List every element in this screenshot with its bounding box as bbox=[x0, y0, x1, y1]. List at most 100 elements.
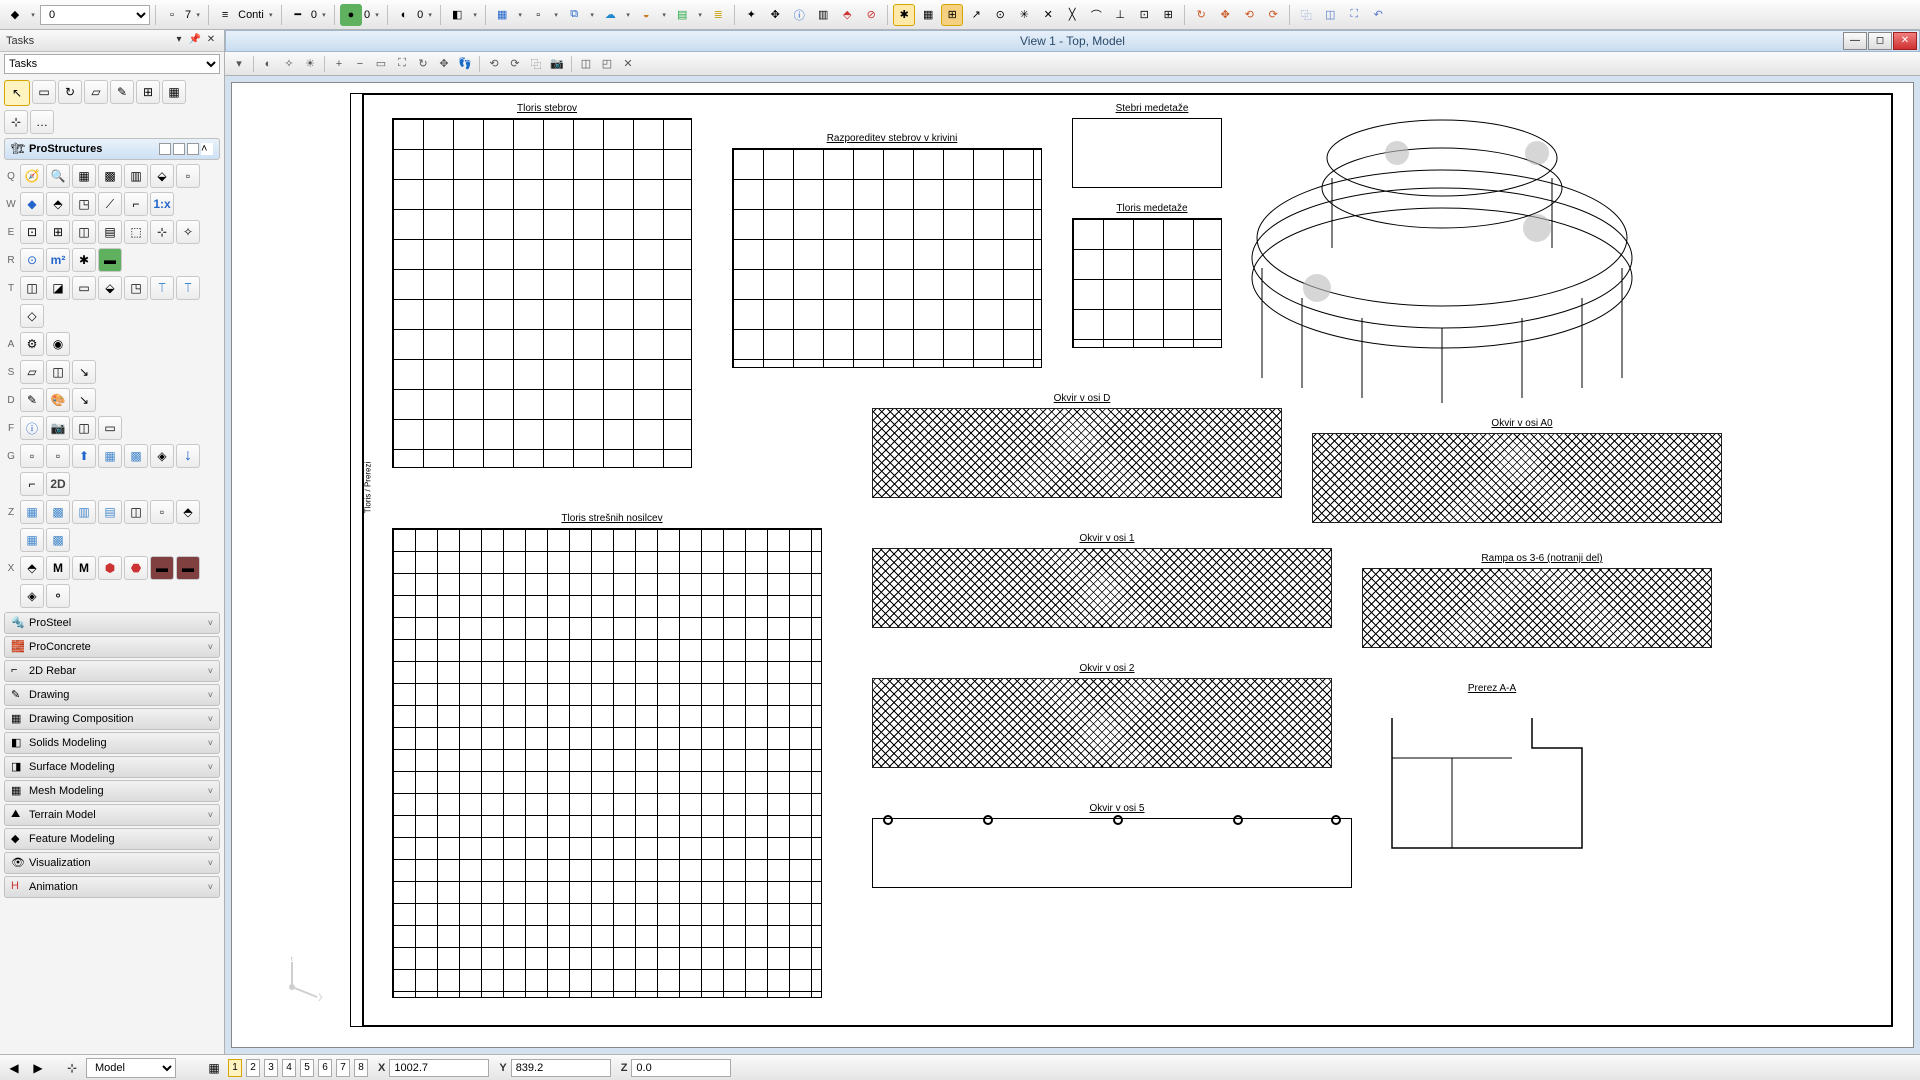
more-sel-tool[interactable]: … bbox=[30, 110, 54, 134]
tool-x6[interactable]: ▬ bbox=[150, 556, 174, 580]
element-selection-tool[interactable]: ↖ bbox=[4, 80, 30, 106]
clip-vol-icon[interactable]: ◫ bbox=[576, 54, 596, 74]
tool-q3[interactable]: ▦ bbox=[72, 164, 96, 188]
fence-tool[interactable]: ▭ bbox=[32, 80, 56, 104]
tool-z3[interactable]: ▥ bbox=[72, 500, 96, 524]
rotate-view-icon[interactable]: ↻ bbox=[1190, 4, 1212, 26]
tool-f3[interactable]: ◫ bbox=[72, 416, 96, 440]
tool-z5[interactable]: ◫ bbox=[124, 500, 148, 524]
linestyle-button[interactable]: ≡ bbox=[214, 4, 236, 26]
view-prev-icon2[interactable]: ⟲ bbox=[484, 54, 504, 74]
picker-icon[interactable]: ✥ bbox=[764, 4, 786, 26]
tb-drop-3[interactable]: ▾ bbox=[587, 4, 597, 26]
chevron-up-icon[interactable]: ˄ bbox=[201, 143, 213, 155]
stop-icon[interactable]: ⊘ bbox=[860, 4, 882, 26]
close-button[interactable]: ✕ bbox=[1893, 32, 1917, 50]
layout-icon-3[interactable] bbox=[187, 143, 199, 155]
tool-g1[interactable]: ▫ bbox=[20, 444, 44, 468]
clear-clip-icon[interactable]: ✕ bbox=[618, 54, 638, 74]
nav-back-button[interactable]: ◀ bbox=[4, 1058, 24, 1078]
axis-tool[interactable]: ⊹ bbox=[4, 110, 28, 134]
view-num-5[interactable]: 5 bbox=[300, 1059, 314, 1077]
x-coord-input[interactable] bbox=[389, 1059, 489, 1077]
snap-mode-button[interactable]: ▦ bbox=[917, 4, 939, 26]
tb-drop-5[interactable]: ▾ bbox=[659, 4, 669, 26]
tool-xe2[interactable]: ⚬ bbox=[46, 584, 70, 608]
tb-drop-4[interactable]: ▾ bbox=[623, 4, 633, 26]
tool-e5[interactable]: ⬚ bbox=[124, 220, 148, 244]
tool-x5[interactable]: ⬣ bbox=[124, 556, 148, 580]
view-next-icon[interactable]: ⟳ bbox=[1262, 4, 1284, 26]
tool-x2-m[interactable]: M bbox=[46, 556, 70, 580]
color1-button[interactable]: ● bbox=[340, 4, 362, 26]
rotate-icon[interactable]: ↻ bbox=[413, 54, 433, 74]
section-visualization[interactable]: 👁Visualization˅ bbox=[4, 852, 220, 874]
tool-z6[interactable]: ▫ bbox=[150, 500, 174, 524]
view-prev-icon[interactable]: ⟲ bbox=[1238, 4, 1260, 26]
tool-d3[interactable]: ↘ bbox=[72, 388, 96, 412]
lineweight-button[interactable]: ━ bbox=[287, 4, 309, 26]
snap-line-icon[interactable]: ↗ bbox=[965, 4, 987, 26]
tool-z2[interactable]: ▩ bbox=[46, 500, 70, 524]
pan-view-icon[interactable]: ✥ bbox=[1214, 4, 1236, 26]
panel-close-icon[interactable]: ✕ bbox=[204, 34, 218, 48]
zoom-in-icon[interactable]: + bbox=[329, 54, 349, 74]
tool-t2[interactable]: ◪ bbox=[46, 276, 70, 300]
snap-center-icon[interactable]: ⊙ bbox=[989, 4, 1011, 26]
tool-w5[interactable]: ⌐ bbox=[124, 192, 148, 216]
tool-q7[interactable]: ▫ bbox=[176, 164, 200, 188]
clip-view-icon[interactable]: ◫ bbox=[1319, 4, 1341, 26]
tool-x4[interactable]: ⬢ bbox=[98, 556, 122, 580]
zoom-out-icon[interactable]: − bbox=[350, 54, 370, 74]
panel-pin-icon[interactable]: 📌 bbox=[188, 34, 202, 48]
view-attrs-icon[interactable]: ▾ bbox=[229, 54, 249, 74]
snap-indicator-icon[interactable]: ⊹ bbox=[62, 1058, 82, 1078]
tb-drop-2[interactable]: ▾ bbox=[551, 4, 561, 26]
tool-r4[interactable]: ▬ bbox=[98, 248, 122, 272]
tool-z1[interactable]: ▦ bbox=[20, 500, 44, 524]
tool-f2[interactable]: 📷 bbox=[46, 416, 70, 440]
tb-drop-1[interactable]: ▾ bbox=[515, 4, 525, 26]
models-dropdown[interactable]: ▾ bbox=[193, 4, 203, 26]
tool-q1[interactable]: 🧭 bbox=[20, 164, 44, 188]
tool-x7[interactable]: ▬ bbox=[176, 556, 200, 580]
model-combo[interactable]: Model bbox=[86, 1058, 176, 1078]
tool-t5[interactable]: ◳ bbox=[124, 276, 148, 300]
view-num-3[interactable]: 3 bbox=[264, 1059, 278, 1077]
tool-x3-m[interactable]: M bbox=[72, 556, 96, 580]
section-feature[interactable]: ◆Feature Modeling˅ bbox=[4, 828, 220, 850]
section-solids[interactable]: ◧Solids Modeling˅ bbox=[4, 732, 220, 754]
tool-g6[interactable]: ◈ bbox=[150, 444, 174, 468]
tool-q4[interactable]: ▩ bbox=[98, 164, 122, 188]
snap-intersect-icon[interactable]: ╳ bbox=[1061, 4, 1083, 26]
tool-t7-screw[interactable]: ⟙ bbox=[176, 276, 200, 300]
active-level-combo[interactable]: 0 bbox=[40, 5, 150, 25]
new-button[interactable]: ▫ bbox=[527, 4, 549, 26]
view-num-6[interactable]: 6 bbox=[318, 1059, 332, 1077]
raster-button[interactable]: ☁ bbox=[599, 4, 621, 26]
tool-w1[interactable]: ◆ bbox=[20, 192, 44, 216]
view-num-4[interactable]: 4 bbox=[282, 1059, 296, 1077]
tool-q2[interactable]: 🔍 bbox=[46, 164, 70, 188]
view-rotate-tool[interactable]: ↻ bbox=[58, 80, 82, 104]
tool-e3[interactable]: ◫ bbox=[72, 220, 96, 244]
drawing-canvas[interactable]: Tloris / Prerezi Tloris stebrov Razpored… bbox=[231, 82, 1914, 1048]
tool-d2[interactable]: 🎨 bbox=[46, 388, 70, 412]
priority-button[interactable]: ◧ bbox=[446, 4, 468, 26]
models-button[interactable]: ▫ bbox=[161, 4, 183, 26]
view-control-tool[interactable]: ⊞ bbox=[136, 80, 160, 104]
tool-t3[interactable]: ▭ bbox=[72, 276, 96, 300]
zoom-window-icon[interactable]: ▭ bbox=[371, 54, 391, 74]
tool-f4[interactable]: ▭ bbox=[98, 416, 122, 440]
snap-bisector-icon[interactable]: ✕ bbox=[1037, 4, 1059, 26]
tool-t1[interactable]: ◫ bbox=[20, 276, 44, 300]
template-button[interactable]: ▦ bbox=[491, 4, 513, 26]
keyins-icon[interactable]: ▥ bbox=[812, 4, 834, 26]
copy-view-icon[interactable]: ⿻ bbox=[1295, 4, 1317, 26]
section-2drebar[interactable]: ⌐2D Rebar˅ bbox=[4, 660, 220, 682]
tool-s3[interactable]: ↘ bbox=[72, 360, 96, 384]
tool-q5[interactable]: ▥ bbox=[124, 164, 148, 188]
tb-drop-6[interactable]: ▾ bbox=[695, 4, 705, 26]
tool-x1[interactable]: ⬘ bbox=[20, 556, 44, 580]
view-num-8[interactable]: 8 bbox=[354, 1059, 368, 1077]
